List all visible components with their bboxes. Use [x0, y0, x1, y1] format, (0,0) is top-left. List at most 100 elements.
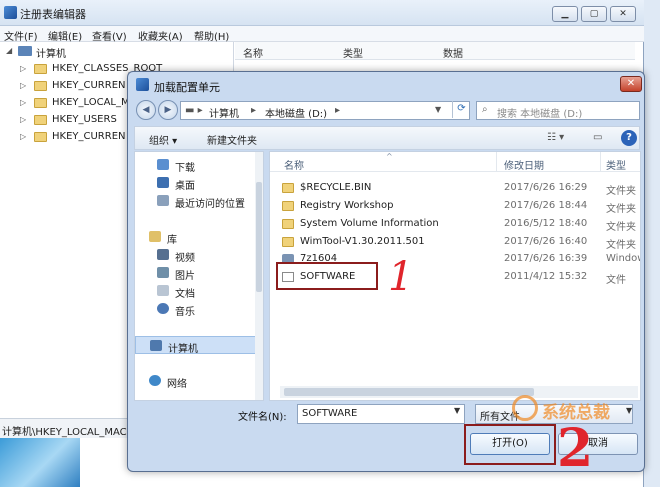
view-options-icon[interactable]: ☷ ▾ — [547, 132, 564, 143]
column-separator[interactable] — [496, 152, 497, 172]
horizontal-scroll-thumb[interactable] — [284, 388, 534, 396]
column-name[interactable]: 名称 — [243, 45, 263, 60]
menu-view[interactable]: 查看(V) — [92, 28, 127, 43]
nav-label: 文档 — [175, 289, 195, 300]
file-type: 文件夹 — [606, 240, 636, 251]
dialog-toolbar: 组织 ▾ 新建文件夹 ☷ ▾ ▭ ? — [134, 126, 640, 150]
help-icon[interactable]: ? — [621, 130, 637, 146]
search-placeholder: 搜索 本地磁盘 (D:) — [497, 109, 583, 120]
expand-arrow-icon[interactable]: ▷ — [20, 115, 26, 124]
dialog-titlebar[interactable]: 加载配置单元 — [136, 76, 576, 96]
tree-item-label: HKEY_CURREN — [52, 80, 126, 91]
expand-arrow-icon[interactable]: ▷ — [20, 64, 26, 73]
minimize-button[interactable]: ▁ — [552, 6, 578, 22]
collapse-arrow-icon[interactable]: ◢ — [6, 46, 12, 55]
registry-editor-title: 注册表编辑器 — [20, 8, 86, 21]
annotation-step-2: 2 — [557, 418, 594, 479]
breadcrumb-computer[interactable]: 计算机 — [209, 105, 239, 120]
nav-item-videos[interactable]: 视频 — [135, 246, 263, 264]
file-row[interactable]: $RECYCLE.BIN 2017/6/26 16:29 文件夹 — [282, 180, 640, 197]
filename-input[interactable]: SOFTWARE — [297, 404, 465, 424]
desktop-icon — [157, 177, 169, 188]
nav-scrollbar[interactable] — [255, 152, 263, 400]
file-type: Windows — [606, 253, 640, 264]
column-separator[interactable] — [600, 152, 601, 172]
network-icon — [149, 375, 161, 386]
computer-icon — [18, 46, 32, 56]
nav-item-libraries[interactable]: 库 — [135, 228, 263, 246]
file-row[interactable]: System Volume Information 2016/5/12 18:4… — [282, 216, 640, 233]
organize-button[interactable]: 组织 ▾ — [149, 132, 177, 147]
sort-arrow-icon: ^ — [386, 152, 393, 161]
menu-help[interactable]: 帮助(H) — [194, 28, 229, 43]
search-icon: ⌕ — [482, 104, 488, 115]
search-input[interactable]: ⌕ 搜索 本地磁盘 (D:) — [476, 101, 640, 120]
forward-arrow-icon[interactable]: ▶ — [158, 100, 178, 120]
file-name: $RECYCLE.BIN — [300, 182, 372, 193]
tree-item-label: HKEY_LOCAL_M — [52, 97, 130, 108]
column-modified[interactable]: 修改日期 — [504, 157, 544, 172]
breadcrumb-separator-icon: ▸ — [251, 105, 257, 116]
file-date: 2017/6/26 16:29 — [504, 182, 588, 193]
menu-edit[interactable]: 编辑(E) — [48, 28, 82, 43]
nav-item-downloads[interactable]: 下载 — [135, 156, 263, 174]
file-type: 文件夹 — [606, 222, 636, 233]
new-folder-button[interactable]: 新建文件夹 — [207, 132, 257, 147]
file-row[interactable]: Registry Workshop 2017/6/26 18:44 文件夹 — [282, 198, 640, 215]
menu-file[interactable]: 文件(F) — [4, 28, 38, 43]
music-icon — [157, 303, 169, 314]
file-name: System Volume Information — [300, 218, 439, 229]
nav-label: 计算机 — [168, 344, 198, 355]
column-name[interactable]: 名称 — [284, 157, 304, 172]
dialog-title: 加载配置单元 — [154, 81, 220, 94]
watermark-logo-icon — [512, 395, 538, 421]
refresh-icon[interactable]: ⟳ — [452, 101, 470, 118]
nav-item-pictures[interactable]: 图片 — [135, 264, 263, 282]
desktop-background — [0, 438, 80, 487]
breadcrumb-drive-d[interactable]: 本地磁盘 (D:) — [265, 105, 327, 120]
address-dropdown-icon[interactable]: ▼ — [435, 105, 441, 114]
column-type[interactable]: 类型 — [343, 45, 363, 60]
recent-places-icon — [157, 195, 169, 206]
pictures-icon — [157, 267, 169, 278]
maximize-button[interactable]: ▢ — [581, 6, 607, 22]
nav-item-music[interactable]: 音乐 — [135, 300, 263, 318]
nav-item-computer[interactable]: 计算机 — [135, 336, 263, 355]
filename-dropdown-icon[interactable]: ▼ — [454, 406, 460, 415]
expand-arrow-icon[interactable]: ▷ — [20, 98, 26, 107]
registry-editor-titlebar[interactable]: 注册表编辑器 ▁ ▢ ✕ — [0, 0, 644, 26]
tree-root-label: 计算机 — [36, 49, 66, 60]
registry-list-header: 名称 类型 数据 — [235, 42, 635, 60]
dialog-close-button[interactable]: ✕ — [620, 76, 642, 92]
regedit-app-icon — [136, 78, 149, 91]
watermark: 系统总裁 — [512, 395, 652, 425]
file-date: 2017/6/26 16:39 — [504, 253, 588, 264]
address-row: ◀ ▶ ▬ ▸ 计算机 ▸ 本地磁盘 (D:) ▸ ▼ ⟳ ⌕ 搜索 本地磁盘 … — [134, 98, 640, 122]
folder-icon — [282, 237, 294, 247]
preview-pane-icon[interactable]: ▭ — [593, 132, 602, 143]
drive-icon: ▬ ▸ — [185, 105, 203, 116]
close-button[interactable]: ✕ — [610, 6, 636, 22]
tree-item-label: HKEY_CURREN — [52, 131, 126, 142]
back-arrow-icon[interactable]: ◀ — [136, 100, 156, 120]
nav-item-recent[interactable]: 最近访问的位置 — [135, 192, 263, 210]
nav-scroll-thumb[interactable] — [256, 182, 262, 292]
nav-label: 下载 — [175, 163, 195, 174]
nav-label: 视频 — [175, 253, 195, 264]
nav-item-desktop[interactable]: 桌面 — [135, 174, 263, 192]
organize-label: 组织 — [149, 136, 169, 147]
expand-arrow-icon[interactable]: ▷ — [20, 81, 26, 90]
folder-icon — [34, 115, 47, 125]
tree-item-label: HKEY_USERS — [52, 114, 117, 125]
file-type: 文件夹 — [606, 186, 636, 197]
column-data[interactable]: 数据 — [443, 45, 463, 60]
expand-arrow-icon[interactable]: ▷ — [20, 132, 26, 141]
file-row[interactable]: WimTool-V1.30.2011.501 2017/6/26 16:40 文… — [282, 234, 640, 251]
file-date: 2017/6/26 18:44 — [504, 200, 588, 211]
address-bar[interactable]: ▬ ▸ 计算机 ▸ 本地磁盘 (D:) ▸ ▼ — [180, 101, 470, 120]
file-name: WimTool-V1.30.2011.501 — [300, 236, 425, 247]
menu-favorites[interactable]: 收藏夹(A) — [138, 28, 183, 43]
nav-item-documents[interactable]: 文档 — [135, 282, 263, 300]
column-type[interactable]: 类型 — [606, 157, 626, 172]
nav-item-network[interactable]: 网络 — [135, 372, 263, 390]
